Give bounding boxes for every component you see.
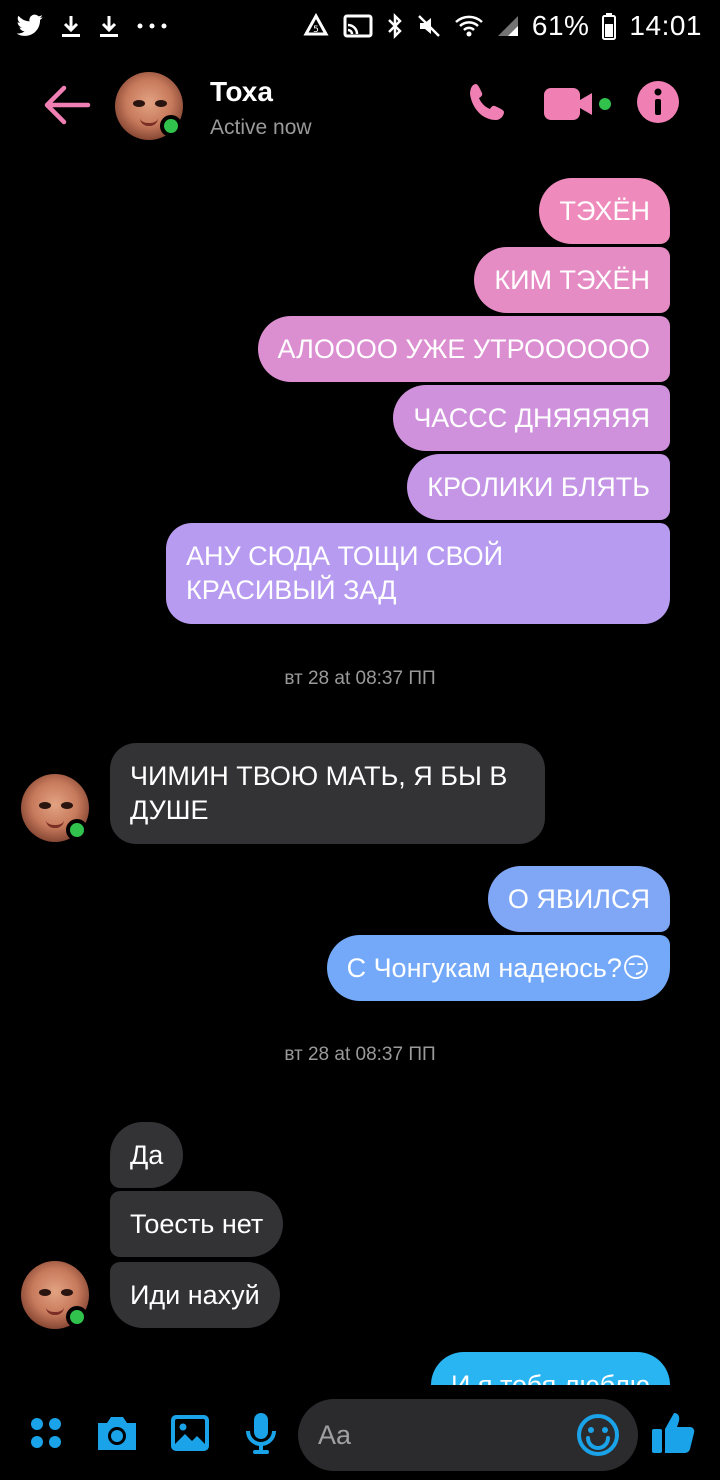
outgoing-message[interactable]: КИМ ТЭХЁН: [474, 247, 670, 313]
battery-icon: [601, 12, 617, 40]
message-input[interactable]: [318, 1415, 558, 1455]
timestamp: вт 28 at 08:37 ПП: [284, 668, 436, 689]
svg-text:5: 5: [313, 25, 319, 35]
more-dots-icon: [136, 21, 170, 31]
camera-icon[interactable]: [94, 1413, 140, 1458]
timestamp: вт 28 at 08:37 ПП: [284, 1044, 436, 1065]
outgoing-message[interactable]: ЧАССС ДНЯЯЯЯЯ: [393, 385, 670, 451]
download-icon: [60, 14, 82, 38]
outgoing-message[interactable]: КРОЛИКИ БЛЯТЬ: [407, 454, 670, 520]
outgoing-message[interactable]: О ЯВИЛСЯ: [487, 866, 670, 932]
cast-icon: [342, 13, 374, 39]
thumbs-up-icon[interactable]: [650, 1409, 698, 1462]
emoji-icon[interactable]: [576, 1413, 620, 1462]
signal-icon: [496, 14, 520, 38]
chat-header: Тоха Active now: [0, 60, 720, 150]
online-indicator: [66, 819, 88, 841]
message-input-container: [298, 1399, 638, 1471]
online-indicator: [160, 115, 182, 137]
outgoing-message[interactable]: АНУ СЮДА ТОЩИ СВОЙ КРАСИВЫЙ ЗАД: [166, 523, 670, 624]
incoming-message[interactable]: Тоесть нет: [110, 1191, 284, 1257]
recycle-icon: 5: [302, 13, 330, 39]
download-icon: [98, 14, 120, 38]
incoming-message[interactable]: ЧИМИН ТВОЮ МАТЬ, Я БЫ В ДУШЕ: [110, 743, 545, 844]
online-indicator: [66, 1306, 88, 1328]
video-call-icon[interactable]: [542, 86, 614, 127]
info-icon[interactable]: [636, 80, 680, 129]
twitter-icon: [16, 14, 44, 38]
contact-status: Active now: [210, 116, 312, 139]
mute-icon: [416, 13, 442, 39]
apps-grid-icon[interactable]: [28, 1415, 64, 1456]
wifi-icon: [454, 14, 484, 38]
contact-name[interactable]: Тоха: [210, 76, 273, 108]
composer-bar: [0, 1385, 720, 1480]
phone-icon[interactable]: [466, 80, 512, 131]
status-bar: 5 61% 14:01: [0, 0, 720, 52]
incoming-message[interactable]: Иди нахуй: [110, 1262, 280, 1328]
microphone-icon[interactable]: [244, 1411, 278, 1460]
clock: 14:01: [629, 10, 702, 41]
incoming-message[interactable]: Да: [110, 1122, 184, 1188]
outgoing-message[interactable]: С Чонгукам надеюсь?😏: [326, 935, 670, 1001]
bluetooth-icon: [386, 12, 404, 40]
battery-percent: 61%: [531, 10, 590, 41]
outgoing-message[interactable]: АЛОООО УЖЕ УТРОООООО: [257, 316, 670, 382]
back-arrow-icon[interactable]: [40, 82, 92, 128]
outgoing-message[interactable]: ТЭХЁН: [539, 178, 670, 244]
gallery-icon[interactable]: [170, 1414, 210, 1457]
